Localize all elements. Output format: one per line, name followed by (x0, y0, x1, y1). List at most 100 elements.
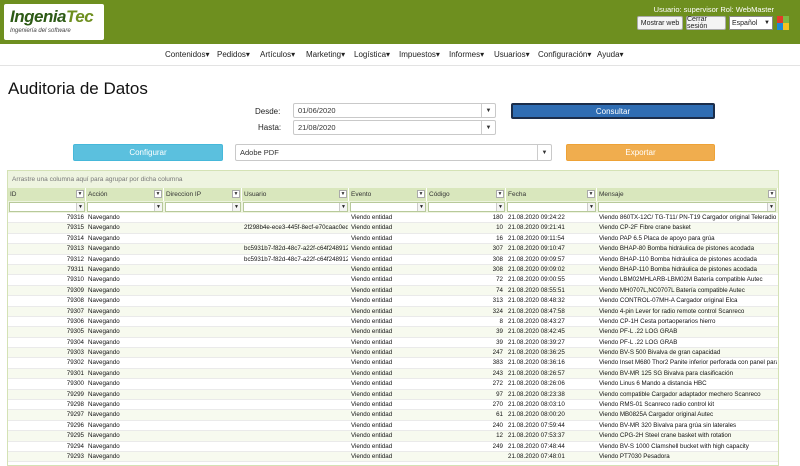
table-cell: Navegando (88, 276, 120, 284)
table-cell: 79310 (66, 276, 84, 284)
table-cell: 79309 (66, 286, 84, 294)
table-cell: 21.08.2020 08:03:10 (508, 401, 565, 409)
table-row[interactable]: 79296 Navegando Viendo entidad 240 21.08.202… (8, 421, 778, 432)
table-cell: Navegando (88, 317, 120, 325)
table-row[interactable]: 79299 Navegando Viendo entidad 97 21.08.2020… (8, 389, 778, 401)
table-cell: Viendo BV-MR 125 SG Bivalva para clasifi… (599, 369, 734, 377)
table-row[interactable]: 79302 Navegando Viendo entidad 383 21.08.202… (8, 358, 778, 369)
table-row[interactable]: 79310 Navegando Viendo entidad 72 21.08.2020… (8, 275, 778, 286)
column-header-usuario[interactable]: Usuario ▼ (242, 188, 349, 201)
consultar-button[interactable]: Consultar (511, 103, 715, 119)
table-cell: Viendo entidad (351, 380, 393, 388)
table-cell: 74 (496, 286, 503, 294)
nav-marketing[interactable]: Marketing▾ (306, 50, 345, 59)
table-row[interactable]: 79316 Navegando Viendo entidad 180 21.08.202… (8, 213, 778, 224)
desde-date-field[interactable]: 01/06/2020 ▼ (293, 103, 496, 118)
column-header-ip[interactable]: Direccion IP ▼ (164, 188, 242, 201)
table-row[interactable]: 79295 Navegando Viendo entidad 12 21.08.2020… (8, 431, 778, 442)
table-row[interactable]: 79313 Navegando bc5931b7-f82d-48c7-a22f-c6… (8, 244, 778, 255)
table-row[interactable]: 79306 Navegando Viendo entidad 8 21.08.2020 … (8, 317, 778, 328)
chevron-down-icon[interactable]: ▼ (481, 104, 495, 117)
table-cell: Viendo BV-S 500 Bivalva de gran capacida… (599, 349, 721, 357)
table-cell: 79297 (66, 411, 84, 419)
table-cell: 79306 (66, 317, 84, 325)
table-cell: Viendo BHAP-110 Bomba hidráulica de pist… (599, 265, 758, 273)
filter-id[interactable]: ▼ (9, 202, 85, 212)
main-nav: Contenidos▾ Pedidos▾ Artículos▾ Marketin… (0, 44, 800, 66)
table-row[interactable]: 79311 Navegando Viendo entidad 308 21.08.202… (8, 264, 778, 276)
table-row[interactable]: 79300 Navegando Viendo entidad 272 21.08.202… (8, 379, 778, 390)
table-row[interactable]: 79294 Navegando Viendo entidad 249 21.08.202… (8, 442, 778, 452)
table-row[interactable]: 79312 Navegando bc5931b7-f82d-48c7-a22f-c6… (8, 255, 778, 265)
table-row[interactable]: 79309 Navegando Viendo entidad 74 21.08.2020… (8, 285, 778, 297)
table-cell: Viendo CP-2F Fibre crane basket (599, 224, 691, 232)
chevron-down-icon[interactable]: ▼ (537, 145, 551, 160)
table-cell: 79299 (66, 390, 84, 398)
logo-text-ingenia: Ingenia (10, 7, 67, 26)
table-cell: Viendo MH0707L,NC0707L Batería compatibl… (599, 286, 745, 294)
table-cell: Viendo MB0825A Cargador original Autec (599, 411, 714, 419)
nav-contenidos[interactable]: Contenidos▾ (165, 50, 210, 59)
nav-impuestos[interactable]: Impuestos▾ (399, 50, 440, 59)
column-header-mensaje[interactable]: Mensaje ▼ (597, 188, 778, 201)
table-row[interactable]: 79293 Navegando Viendo entidad 21.08.2020 0… (8, 451, 778, 463)
hasta-date-field[interactable]: 21/08/2020 ▼ (293, 120, 496, 135)
table-cell: 180 (492, 214, 503, 221)
table-cell: Navegando (88, 359, 120, 367)
table-row[interactable]: 79301 Navegando Viendo entidad 243 21.08.202… (8, 368, 778, 380)
table-row[interactable]: 79305 Navegando Viendo entidad 39 21.08.2020… (8, 327, 778, 338)
export-format-value: Adobe PDF (240, 148, 279, 157)
table-cell: 21.08.2020 09:09:57 (508, 255, 565, 263)
nav-usuarios[interactable]: Usuarios▾ (494, 50, 530, 59)
table-cell: 21.08.2020 07:48:01 (508, 452, 565, 460)
nav-informes[interactable]: Informes▾ (449, 50, 484, 59)
nav-logistica[interactable]: Logística▾ (354, 50, 390, 59)
table-row[interactable]: 79298 Navegando Viendo entidad 270 21.08.202… (8, 400, 778, 411)
column-header-id[interactable]: ID ▼ (8, 188, 86, 201)
column-header-evento[interactable]: Evento ▼ (349, 188, 427, 201)
nav-ayuda[interactable]: Ayuda▾ (597, 50, 624, 59)
filter-mensaje[interactable]: ▼ (598, 202, 776, 212)
table-row[interactable]: 79303 Navegando Viendo entidad 247 21.08.202… (8, 348, 778, 359)
show-web-button[interactable]: Mostrar web (637, 16, 683, 30)
chevron-down-icon[interactable]: ▼ (481, 121, 495, 134)
export-format-select[interactable]: Adobe PDF ▼ (235, 144, 552, 161)
column-menu-icon: ▼ (768, 190, 776, 198)
nav-pedidos[interactable]: Pedidos▾ (217, 50, 250, 59)
logout-button[interactable]: Cerrar sesión (686, 16, 726, 30)
configurar-button[interactable]: Configurar (73, 144, 223, 161)
table-cell: 249 (492, 442, 503, 450)
table-cell: 21.08.2020 08:42:45 (508, 328, 565, 336)
table-row[interactable]: 79314 Navegando Viendo entidad 16 21.08.2020… (8, 234, 778, 245)
filter-evento[interactable]: ▼ (350, 202, 426, 212)
table-cell: Navegando (88, 255, 120, 263)
table-cell: Viendo BV-S 1000 Clamshell bucket with h… (599, 442, 749, 450)
nav-articulos[interactable]: Artículos▾ (260, 50, 295, 59)
table-row[interactable]: 79315 Navegando 2f298b4e-ece3-445f-8ecf-e7… (8, 223, 778, 234)
filter-icon: ▼ (154, 203, 162, 211)
filter-ip[interactable]: ▼ (165, 202, 241, 212)
column-header-fecha[interactable]: Fecha ▼ (506, 188, 597, 201)
column-header-codigo[interactable]: Código ▼ (427, 188, 506, 201)
table-cell: Navegando (88, 369, 120, 377)
language-select[interactable]: Español ▼ (729, 16, 773, 30)
exportar-button[interactable]: Exportar (566, 144, 715, 161)
filter-usuario[interactable]: ▼ (243, 202, 348, 212)
ingeniatec-logo[interactable]: IngeniaTec Ingeniería del software (4, 4, 104, 40)
table-row[interactable]: 79297 Navegando Viendo entidad 61 21.08.2020… (8, 410, 778, 421)
filter-fecha[interactable]: ▼ (507, 202, 596, 212)
table-cell: Viendo BV-MR 320 Bivalva para grúa sin l… (599, 421, 737, 429)
table-row[interactable]: 79308 Navegando Viendo entidad 313 21.08.202… (8, 296, 778, 307)
filter-accion[interactable]: ▼ (87, 202, 163, 212)
nav-configuracion[interactable]: Configuración▾ (538, 50, 591, 59)
table-row[interactable]: 79304 Navegando Viendo entidad 39 21.08.2020… (8, 338, 778, 349)
table-row[interactable]: 79307 Navegando Viendo entidad 324 21.08.202… (8, 306, 778, 317)
filter-codigo[interactable]: ▼ (428, 202, 505, 212)
group-by-panel[interactable]: Arrastre una columna aquí para agrupar p… (8, 171, 778, 188)
table-cell: 308 (492, 255, 503, 263)
grid-header: ID ▼ Acción ▼ Direccion IP ▼ Usuario ▼ Event… (8, 188, 778, 201)
column-header-accion[interactable]: Acción ▼ (86, 188, 164, 201)
table-cell: 39 (496, 338, 503, 346)
table-cell: 79311 (67, 265, 84, 273)
table-cell: 21.08.2020 08:36:16 (508, 359, 565, 367)
